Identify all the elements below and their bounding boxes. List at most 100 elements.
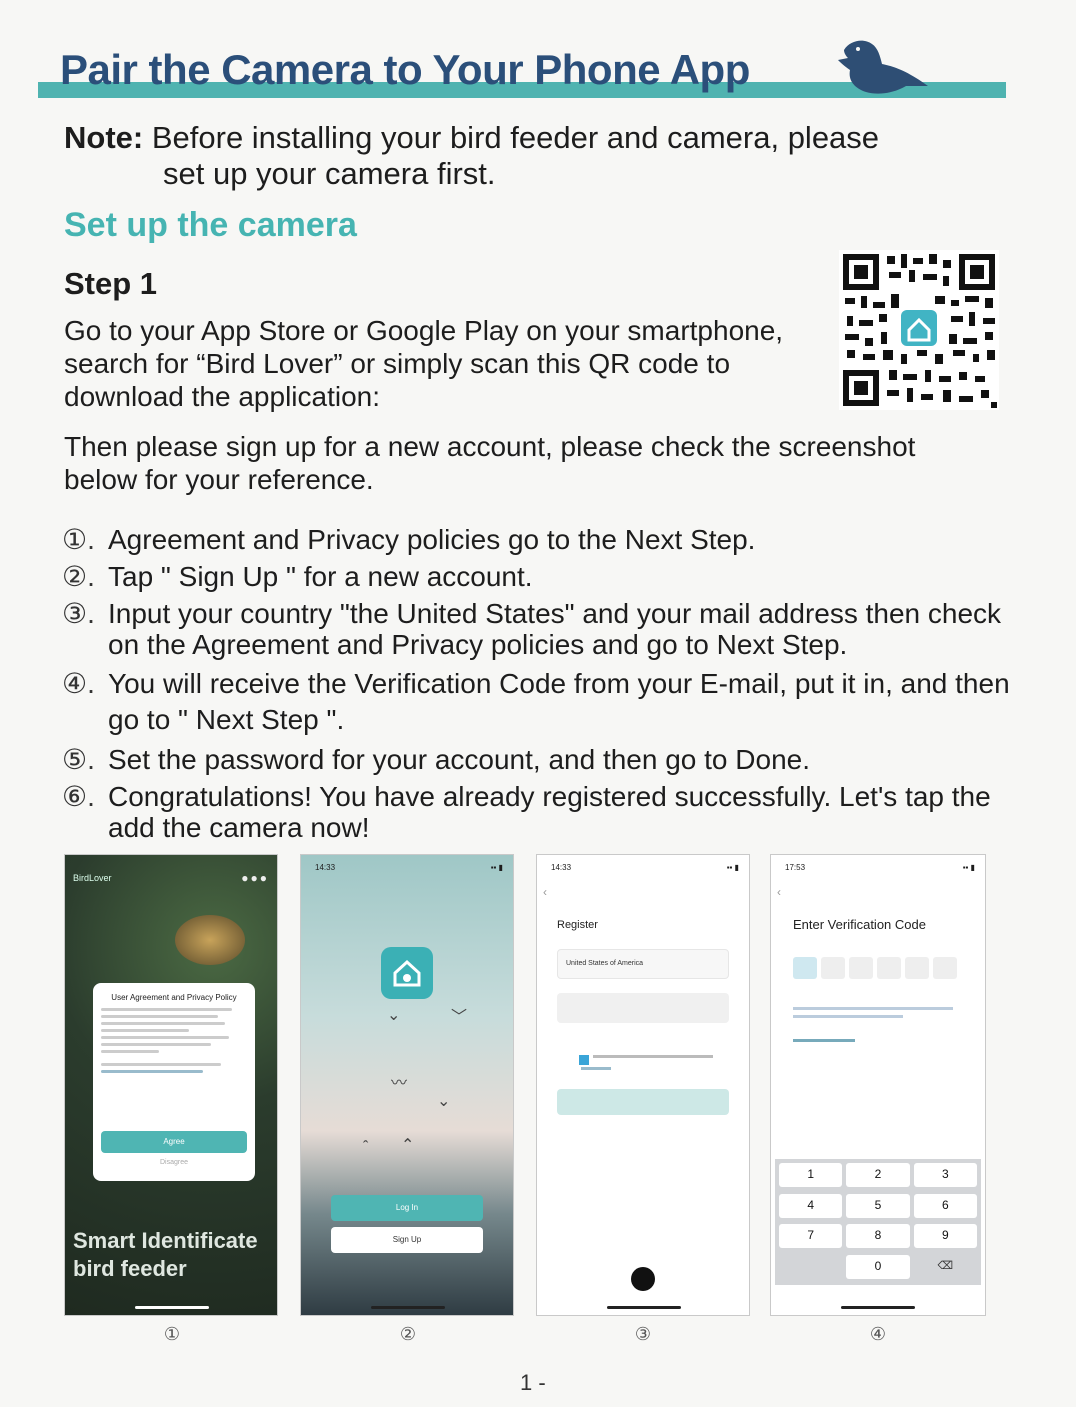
list-item-text: Tap " Sign Up " for a new account. — [108, 561, 533, 592]
app-logo-icon — [381, 947, 433, 999]
list-item-text: Set the password for your account, and t… — [108, 744, 810, 775]
keypad-key[interactable]: 0 — [846, 1254, 910, 1279]
signup-button[interactable]: Sign Up — [331, 1227, 483, 1253]
disagree-button[interactable]: Disagree — [93, 1159, 255, 1166]
header-icons: ●●● — [241, 871, 269, 885]
qr-code — [839, 250, 999, 410]
list-item-text: You will receive the Verification Code f… — [108, 668, 1010, 735]
gull-icon: ⌄ — [387, 1007, 401, 1024]
code-digit[interactable] — [793, 957, 817, 979]
gull-icon: ﹀ — [451, 1009, 468, 1026]
keypad-key[interactable]: 7 — [779, 1224, 843, 1248]
list-item-number: ④. — [62, 668, 95, 699]
gull-icon: 〰 — [391, 1075, 408, 1092]
list-item: ①. Agreement and Privacy policies go to t… — [62, 524, 1022, 555]
keypad-key[interactable]: 6 — [913, 1193, 977, 1218]
status-time: 17:53 — [785, 863, 806, 872]
brand-line-2: bird feeder — [73, 1256, 187, 1281]
agreement-dialog: User Agreement and Privacy Policy Agree … — [93, 983, 255, 1181]
brand-line-1: Smart Identificate — [73, 1228, 258, 1253]
keypad-key[interactable]: 5 — [846, 1193, 910, 1218]
note-line-1: Before installing your bird feeder and c… — [151, 120, 880, 155]
agree-button[interactable]: Agree — [101, 1131, 247, 1153]
note-label: Note: — [64, 120, 144, 155]
back-icon[interactable]: ‹ — [777, 885, 781, 899]
agreement-checkbox[interactable] — [579, 1055, 589, 1065]
list-item: ③. Input your country "the United States"… — [62, 598, 1022, 660]
signal-icon: ▪▪ ▮ — [726, 863, 739, 872]
home-indicator — [135, 1306, 209, 1309]
status-time: 14:33 — [551, 863, 572, 872]
code-digit[interactable] — [877, 957, 901, 979]
screenshot-caption: ② — [399, 1324, 417, 1344]
dialog-text-line — [101, 1015, 218, 1018]
status-time: 14:33 — [315, 863, 336, 872]
screenshot-register: 14:33 ▪▪ ▮ ‹ Register United States of A… — [536, 854, 750, 1316]
country-select[interactable]: United States of America — [557, 949, 729, 979]
screenshot-welcome: 14:33 ▪▪ ▮ ⌄ ﹀ 〰 ⌄ ˆ ⌃ Log In Sign Up — [300, 854, 514, 1316]
page-number: 1 - — [520, 1370, 546, 1395]
gull-icon: ⌄ — [437, 1093, 451, 1110]
code-digit[interactable] — [849, 957, 873, 979]
dialog-text-line — [101, 1043, 211, 1046]
keypad-key[interactable]: 3 — [913, 1163, 977, 1187]
list-item: ⑤. Set the password for your account, and… — [62, 744, 1022, 775]
apple-login-icon[interactable] — [631, 1267, 655, 1291]
signup-instructions: Then please sign up for a new account, p… — [64, 431, 916, 495]
app-label: BirdLover — [73, 873, 112, 883]
back-icon[interactable]: ‹ — [543, 885, 547, 899]
resend-link[interactable] — [793, 1039, 855, 1042]
verification-title: Enter Verification Code — [793, 917, 926, 932]
home-indicator — [607, 1306, 681, 1309]
list-item-number: ③. — [62, 598, 95, 629]
list-item: ②. Tap " Sign Up " for a new account. — [62, 561, 1022, 592]
dialog-text-line — [101, 1022, 226, 1025]
steps-list: ①. Agreement and Privacy policies go to t… — [62, 524, 1022, 849]
manual-page: Pair the Camera to Your Phone App Note: … — [0, 0, 1076, 1407]
screenshot-caption: ③ — [634, 1324, 652, 1344]
code-digit[interactable] — [933, 957, 957, 979]
page-title: Pair the Camera to Your Phone App — [60, 46, 750, 93]
agreement-link[interactable] — [581, 1067, 611, 1070]
agreement-text — [593, 1055, 713, 1058]
status-bar: 14:33 ▪▪ ▮ — [551, 863, 739, 872]
list-item: ⑥. Congratulations! You have already regi… — [62, 781, 1022, 843]
email-field[interactable] — [557, 993, 729, 1023]
dialog-text-line — [101, 1029, 189, 1032]
next-button[interactable] — [557, 1089, 729, 1115]
keypad-key[interactable]: 1 — [779, 1163, 843, 1187]
code-digit[interactable] — [905, 957, 929, 979]
screenshot-caption: ① — [163, 1324, 181, 1344]
code-inputs[interactable] — [793, 957, 957, 979]
list-item-text: Congratulations! You have already regist… — [108, 781, 991, 843]
list-item-number: ①. — [62, 524, 95, 555]
hint-text — [793, 1007, 953, 1010]
step-1-instructions: Go to your App Store or Google Play on y… — [64, 315, 784, 412]
section-title: Set up the camera — [64, 206, 357, 244]
backspace-icon[interactable]: ⌫ — [914, 1255, 977, 1279]
list-item-number: ②. — [62, 561, 95, 592]
list-item-number: ⑤. — [62, 744, 95, 775]
register-title: Register — [557, 919, 598, 931]
keypad-key[interactable]: 8 — [846, 1224, 910, 1248]
keypad-key[interactable]: 9 — [913, 1224, 977, 1248]
gull-icon: ˆ — [363, 1139, 369, 1156]
screenshot-verification: 17:53 ▪▪ ▮ ‹ Enter Verification Code 1 2… — [770, 854, 986, 1316]
keypad-key[interactable]: 4 — [779, 1193, 843, 1218]
list-item-text: Input your country "the United States" a… — [108, 598, 1002, 660]
numeric-keypad: 1 2 3 4 5 6 7 8 9 0 ⌫ — [775, 1159, 981, 1285]
dialog-text-line — [101, 1050, 160, 1053]
step-title: Step 1 — [64, 266, 158, 301]
hint-text — [793, 1015, 903, 1018]
code-digit[interactable] — [821, 957, 845, 979]
bird-photo — [175, 915, 245, 965]
list-item-text: Agreement and Privacy policies go to the… — [108, 524, 756, 555]
login-button[interactable]: Log In — [331, 1195, 483, 1221]
list-item: ④. You will receive the Verification Code… — [62, 666, 1022, 738]
dialog-text-line — [101, 1036, 230, 1039]
dialog-title: User Agreement and Privacy Policy — [111, 993, 237, 1002]
brand-tagline: Smart Identificate bird feeder — [73, 1227, 258, 1283]
keypad-key[interactable]: 2 — [846, 1163, 910, 1187]
list-item-number: ⑥. — [62, 781, 95, 812]
home-indicator — [841, 1306, 915, 1309]
